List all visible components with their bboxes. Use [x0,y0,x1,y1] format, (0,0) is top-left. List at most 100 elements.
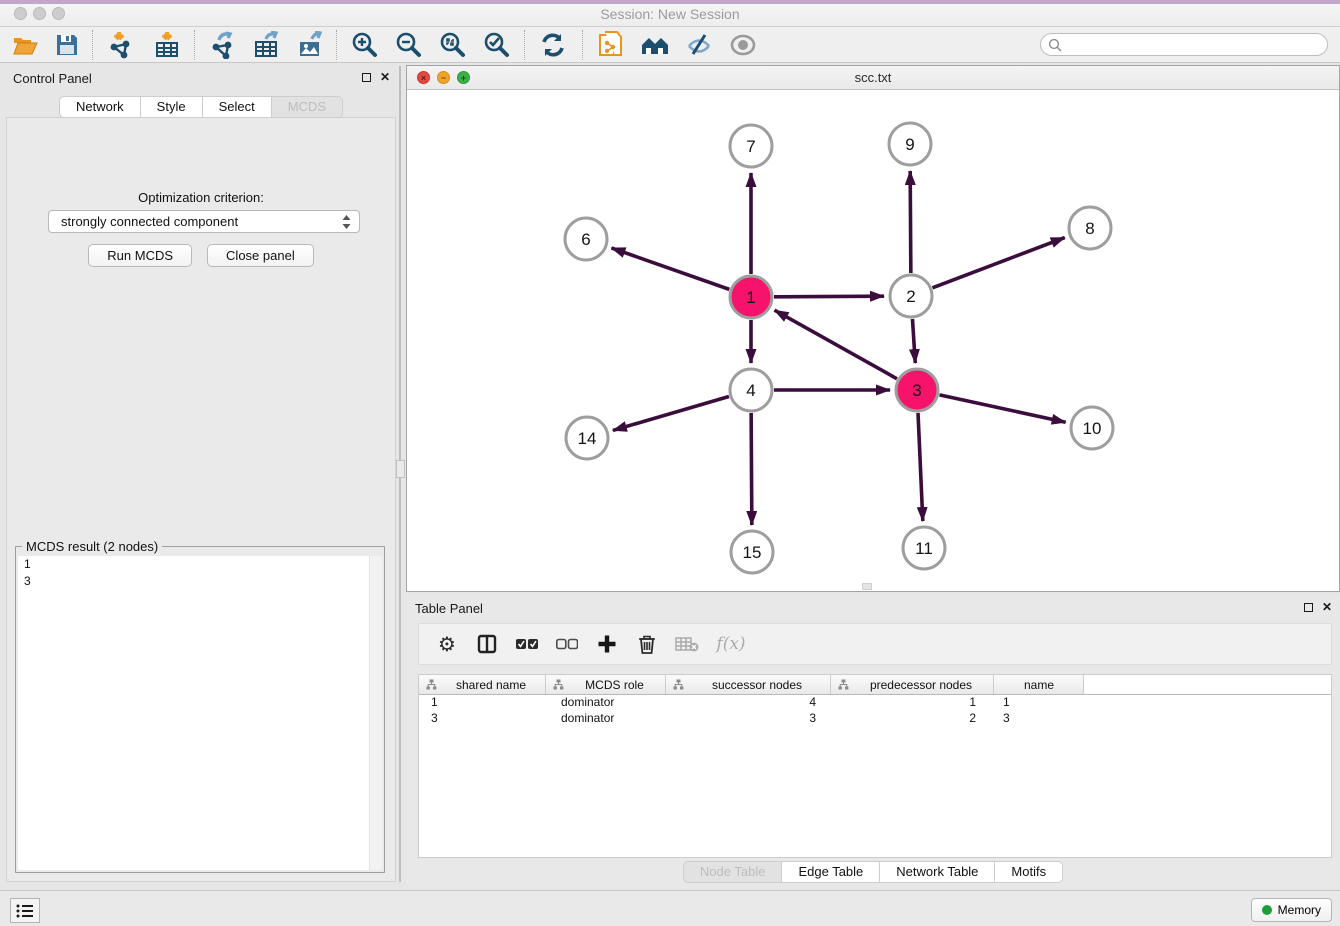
search-field[interactable] [1040,33,1328,56]
first-neighbors-icon[interactable] [638,30,672,60]
graph-node-label: 10 [1083,419,1102,438]
graph-edge[interactable] [939,395,1065,422]
column-header[interactable]: successor nodes [666,675,831,694]
sort-hierarchy-icon [553,679,564,690]
column-header[interactable]: name [994,675,1084,694]
graph-edge[interactable] [613,396,729,430]
tab-edge-table[interactable]: Edge Table [782,861,880,883]
select-all-icon[interactable] [514,631,540,657]
export-table-icon[interactable] [250,30,284,60]
new-network-from-selection-icon[interactable] [594,30,628,60]
graph-edge[interactable] [775,310,897,379]
graph-node[interactable]: 2 [890,275,932,317]
graph-edge[interactable] [918,413,923,521]
zoom-selected-icon[interactable] [480,30,514,60]
network-canvas[interactable]: 7 9 6 8 1 2 4 3 14 10 15 11 [407,90,1339,591]
optimization-dropdown[interactable]: strongly connected component [48,210,360,233]
titlebar-accent-strip [0,0,1340,4]
graph-node[interactable]: 9 [889,123,931,165]
zoom-fit-icon[interactable] [436,30,470,60]
graph-node[interactable]: 1 [730,276,772,318]
mcds-result-title: MCDS result (2 nodes) [22,539,162,554]
graph-node[interactable]: 14 [566,417,608,459]
close-table-panel-icon[interactable]: ✕ [1322,602,1332,612]
graph-node[interactable]: 10 [1071,407,1113,449]
close-panel-button[interactable]: Close panel [207,244,314,267]
graph-edge[interactable] [910,171,911,273]
table-row[interactable]: 3dominator323 [419,711,1331,727]
graph-node[interactable]: 6 [565,218,607,260]
graph-node[interactable]: 3 [896,369,938,411]
mcds-result-list[interactable]: 13 [18,556,382,870]
graph-node-label: 11 [915,539,933,558]
tab-style[interactable]: Style [141,96,203,118]
canvas-grip[interactable] [862,583,872,590]
export-image-icon[interactable] [294,30,328,60]
zoom-in-icon[interactable] [348,30,382,60]
graph-node[interactable]: 15 [731,531,773,573]
table-cell: dominator [546,711,666,727]
memory-label: Memory [1278,903,1321,917]
open-folder-icon[interactable] [8,30,42,60]
graph-node-label: 15 [743,543,762,562]
network-window-titlebar[interactable]: × − + scc.txt [407,66,1339,90]
list-icon [16,903,34,919]
chevron-updown-icon [341,214,352,236]
result-scrollbar[interactable] [369,556,382,870]
graph-edge[interactable] [933,238,1065,288]
graph-node-label: 7 [746,137,755,156]
show-all-icon[interactable] [726,30,760,60]
float-panel-icon[interactable] [362,73,371,82]
add-icon[interactable] [594,631,620,657]
zoom-out-icon[interactable] [392,30,426,60]
graph-node[interactable]: 7 [730,125,772,167]
tab-network-table[interactable]: Network Table [880,861,995,883]
table-toolbar: ⚙ f(x) [418,623,1332,665]
function-builder-icon[interactable]: f(x) [714,631,748,657]
delete-table-icon[interactable] [674,631,700,657]
graph-edge[interactable] [611,248,729,289]
table-row[interactable]: 1dominator411 [419,695,1331,711]
tab-node-table[interactable]: Node Table [683,861,783,883]
float-table-panel-icon[interactable] [1304,603,1313,612]
columns-icon[interactable] [474,631,500,657]
refresh-icon[interactable] [536,30,570,60]
gear-icon[interactable]: ⚙ [434,631,460,657]
table-cell: 3 [666,711,831,727]
export-network-icon[interactable] [206,30,240,60]
close-panel-icon[interactable]: ✕ [380,72,390,82]
graph-node[interactable]: 4 [730,369,772,411]
search-input[interactable] [1062,38,1312,52]
tab-motifs[interactable]: Motifs [995,861,1063,883]
hide-selected-icon[interactable] [682,30,716,60]
graph-edge[interactable] [774,296,884,297]
splitter-handle[interactable] [396,460,405,478]
app-title: Session: New Session [0,6,1340,22]
graph-edge[interactable] [751,413,752,525]
column-header[interactable]: shared name [419,675,546,694]
import-network-icon[interactable] [104,30,138,60]
search-icon [1048,38,1062,52]
result-line: 1 [18,556,382,573]
graph-node-label: 6 [581,230,590,249]
run-mcds-button[interactable]: Run MCDS [88,244,192,267]
table-panel: Table Panel ✕ ⚙ f(x) shared nameMCDS rol… [406,596,1340,888]
save-icon[interactable] [50,30,84,60]
memory-status-icon [1262,905,1272,915]
graph-node[interactable]: 8 [1069,207,1111,249]
tab-mcds[interactable]: MCDS [272,96,343,118]
column-header[interactable]: MCDS role [546,675,666,694]
deselect-all-icon[interactable] [554,631,580,657]
tab-select[interactable]: Select [203,96,272,118]
control-panel-tabs: Network Style Select MCDS [4,96,398,118]
task-history-button[interactable] [10,898,40,923]
graph-edge[interactable] [912,319,915,363]
import-table-icon[interactable] [150,30,184,60]
graph-node[interactable]: 11 [903,527,945,569]
column-header[interactable]: predecessor nodes [831,675,994,694]
delete-icon[interactable] [634,631,660,657]
column-header-label: predecessor nodes [855,678,993,692]
tab-network[interactable]: Network [59,96,141,118]
memory-button[interactable]: Memory [1251,898,1332,922]
status-bar: Memory [0,890,1340,926]
